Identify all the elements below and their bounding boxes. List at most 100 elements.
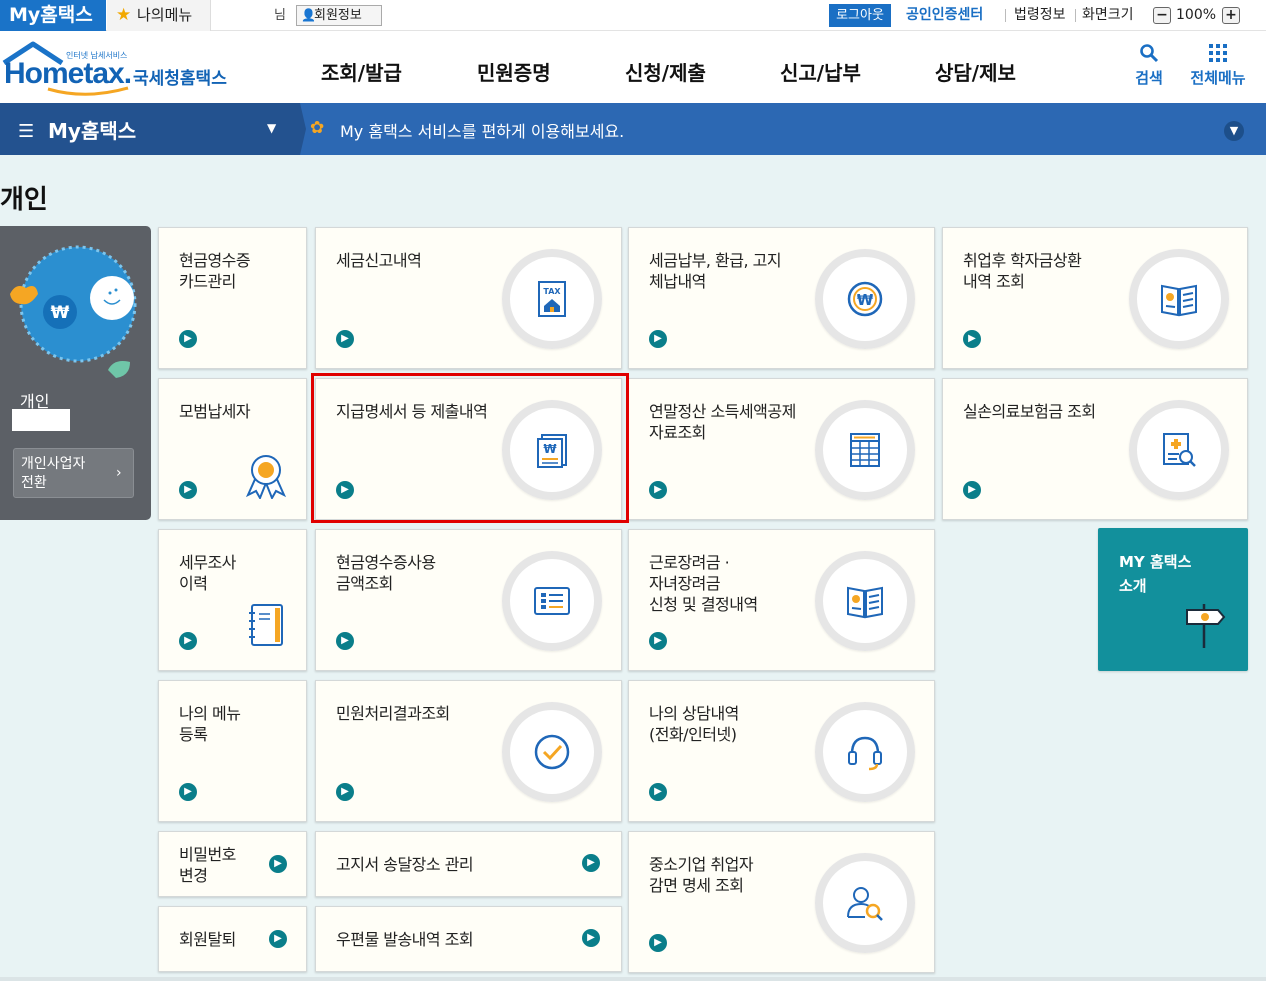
screen-size-label: 화면크기: [1082, 7, 1134, 23]
profile-panel: ₩ 개인 개인사업자 전환 ›: [0, 226, 151, 520]
card-civil-result[interactable]: 민원처리결과조회 ▶: [315, 680, 622, 822]
person-icon: 👤: [301, 8, 316, 22]
go-arrow-icon[interactable]: ▶: [649, 330, 667, 348]
card-label: 지급명세서 등 제출내역: [336, 402, 488, 421]
card-bill-address[interactable]: 고지서 송달장소 관리 ▶: [315, 831, 622, 897]
card-student-loan[interactable]: 취업후 학자금상환 내역 조회 ▶: [942, 227, 1248, 369]
go-arrow-icon[interactable]: ▶: [649, 632, 667, 650]
go-arrow-icon[interactable]: ▶: [336, 330, 354, 348]
card-label: 회원탈퇴: [179, 930, 236, 949]
icon-ring: [502, 702, 602, 802]
chevron-down-icon[interactable]: ▼: [1224, 121, 1244, 141]
law-info-link[interactable]: 법령정보: [1014, 0, 1066, 31]
go-arrow-icon[interactable]: ▶: [336, 632, 354, 650]
notebook-icon: [249, 604, 283, 646]
go-arrow-icon[interactable]: ▶: [269, 930, 287, 948]
card-label: 취업후 학자금상환 내역 조회: [963, 251, 1082, 291]
card-label: 실손의료보험금 조회: [963, 402, 1096, 421]
icon-ring: TAX: [502, 249, 602, 349]
zoom-in-button[interactable]: +: [1222, 7, 1240, 24]
icon-ring: [815, 702, 915, 802]
won-document-icon: ₩: [537, 434, 567, 468]
card-my-menu-register[interactable]: 나의 메뉴 등록 ▶: [158, 680, 307, 822]
won-coin-icon: ₩: [847, 281, 883, 317]
logout-button[interactable]: 로그아웃: [829, 4, 891, 27]
caret-down-icon: ▼: [267, 121, 277, 135]
card-label: 고지서 송달장소 관리: [336, 855, 474, 874]
cert-center-link[interactable]: 공인인증센터: [906, 0, 983, 31]
hometax-logo[interactable]: 인터넷 납세서비스 Hometax. 국세청홈택스: [0, 37, 240, 97]
go-arrow-icon[interactable]: ▶: [649, 481, 667, 499]
card-password-change[interactable]: 비밀번호 변경 ▶: [158, 831, 307, 897]
go-arrow-icon[interactable]: ▶: [179, 783, 197, 801]
tax-document-icon: TAX: [538, 281, 566, 317]
card-label: 중소기업 취업자 감면 명세 조회: [649, 855, 754, 895]
icon-ring: [815, 853, 915, 953]
card-mail-history[interactable]: 우편물 발송내역 조회 ▶: [315, 906, 622, 972]
profile-character-icon: ₩: [10, 245, 137, 378]
card-tax-return-history[interactable]: 세금신고내역 ▶ TAX: [315, 227, 622, 369]
zoom-out-button[interactable]: −: [1153, 7, 1171, 24]
card-tax-audit[interactable]: 세무조사 이력 ▶: [158, 529, 307, 671]
all-menu-button[interactable]: 전체메뉴: [1185, 43, 1251, 88]
card-payment-statement[interactable]: 지급명세서 등 제출내역 ▶ ₩: [315, 378, 622, 520]
go-arrow-icon[interactable]: ▶: [649, 934, 667, 952]
card-label: 모범납세자: [179, 402, 251, 421]
go-arrow-icon[interactable]: ▶: [336, 783, 354, 801]
flower-icon: ✿: [310, 118, 325, 138]
card-cash-receipt-card[interactable]: 현금영수증 카드관리 ▶: [158, 227, 307, 369]
go-arrow-icon[interactable]: ▶: [649, 783, 667, 801]
go-arrow-icon[interactable]: ▶: [336, 481, 354, 499]
go-arrow-icon[interactable]: ▶: [179, 330, 197, 348]
card-withdraw[interactable]: 회원탈퇴 ▶: [158, 906, 307, 972]
card-label: 세무조사 이력: [179, 553, 236, 593]
my-menu-button[interactable]: ★ 나의메뉴: [107, 0, 211, 31]
signpost-icon: [1186, 604, 1226, 648]
intro-label: MY 홈택스 소개: [1119, 553, 1192, 595]
icon-ring: [1129, 400, 1229, 500]
nav-consult-report[interactable]: 상담/제보: [935, 57, 1016, 86]
open-book-icon: [1161, 284, 1197, 317]
icon-ring: [815, 400, 915, 500]
logo-korean-name: 국세청홈택스: [133, 69, 227, 89]
card-year-end-settlement[interactable]: 연말정산 소득세액공제 자료조회 ▶: [628, 378, 935, 520]
go-arrow-icon[interactable]: ▶: [963, 330, 981, 348]
go-arrow-icon[interactable]: ▶: [582, 854, 600, 872]
card-sme-employee[interactable]: 중소기업 취업자 감면 명세 조회 ▶: [628, 831, 935, 973]
award-ribbon-icon: [245, 455, 287, 499]
divider: [1075, 9, 1076, 22]
nav-apply-submit[interactable]: 신청/제출: [625, 57, 706, 86]
nav-inquiry-issue[interactable]: 조회/발급: [321, 57, 402, 86]
go-arrow-icon[interactable]: ▶: [582, 929, 600, 947]
card-tax-payment[interactable]: 세금납부, 환급, 고지 체납내역 ▶ ₩: [628, 227, 935, 369]
go-arrow-icon[interactable]: ▶: [963, 481, 981, 499]
card-label: 세금납부, 환급, 고지 체납내역: [649, 251, 782, 291]
user-suffix: 님: [274, 8, 286, 23]
card-model-taxpayer[interactable]: 모범납세자 ▶: [158, 378, 307, 520]
all-menu-label: 전체메뉴: [1190, 69, 1246, 87]
switch-to-business-button[interactable]: 개인사업자 전환 ›: [13, 448, 134, 498]
nav-report-pay[interactable]: 신고/납부: [780, 57, 861, 86]
member-info-button[interactable]: 👤 회원정보: [296, 5, 382, 26]
my-hometax-intro-card[interactable]: MY 홈택스 소개: [1098, 528, 1248, 671]
page-title: 개인: [0, 185, 48, 215]
card-medical-insurance[interactable]: 실손의료보험금 조회 ▶: [942, 378, 1248, 520]
card-earned-income-credit[interactable]: 근로장려금 · 자녀장려금 신청 및 결정내역 ▶: [628, 529, 935, 671]
search-button[interactable]: 검색: [1132, 43, 1166, 88]
go-arrow-icon[interactable]: ▶: [179, 632, 197, 650]
logo-swoosh-icon: [47, 86, 129, 96]
my-hometax-dropdown[interactable]: ☰ My홈택스 ▼: [0, 103, 300, 155]
go-arrow-icon[interactable]: ▶: [179, 481, 197, 499]
my-hometax-tab[interactable]: My홈택스: [0, 0, 106, 31]
card-label: 근로장려금 · 자녀장려금 신청 및 결정내역: [649, 553, 758, 614]
search-icon: [1140, 44, 1159, 63]
card-consult-history[interactable]: 나의 상담내역 (전화/인터넷) ▶: [628, 680, 935, 822]
card-label: 현금영수증 카드관리: [179, 251, 251, 291]
nav-civil-certificate[interactable]: 민원증명: [477, 57, 551, 86]
go-arrow-icon[interactable]: ▶: [269, 855, 287, 873]
main-content: 개인 ₩ 개인 개인사업자 전환 › 현금영수증카드관리 ▶ 세금신고내역 ▶: [0, 155, 1266, 981]
svg-text:₩: ₩: [857, 291, 874, 309]
card-label: 우편물 발송내역 조회: [336, 930, 474, 949]
card-cash-receipt-amount[interactable]: 현금영수증사용 금액조회 ▶: [315, 529, 622, 671]
receipt-list-icon: [534, 587, 570, 615]
